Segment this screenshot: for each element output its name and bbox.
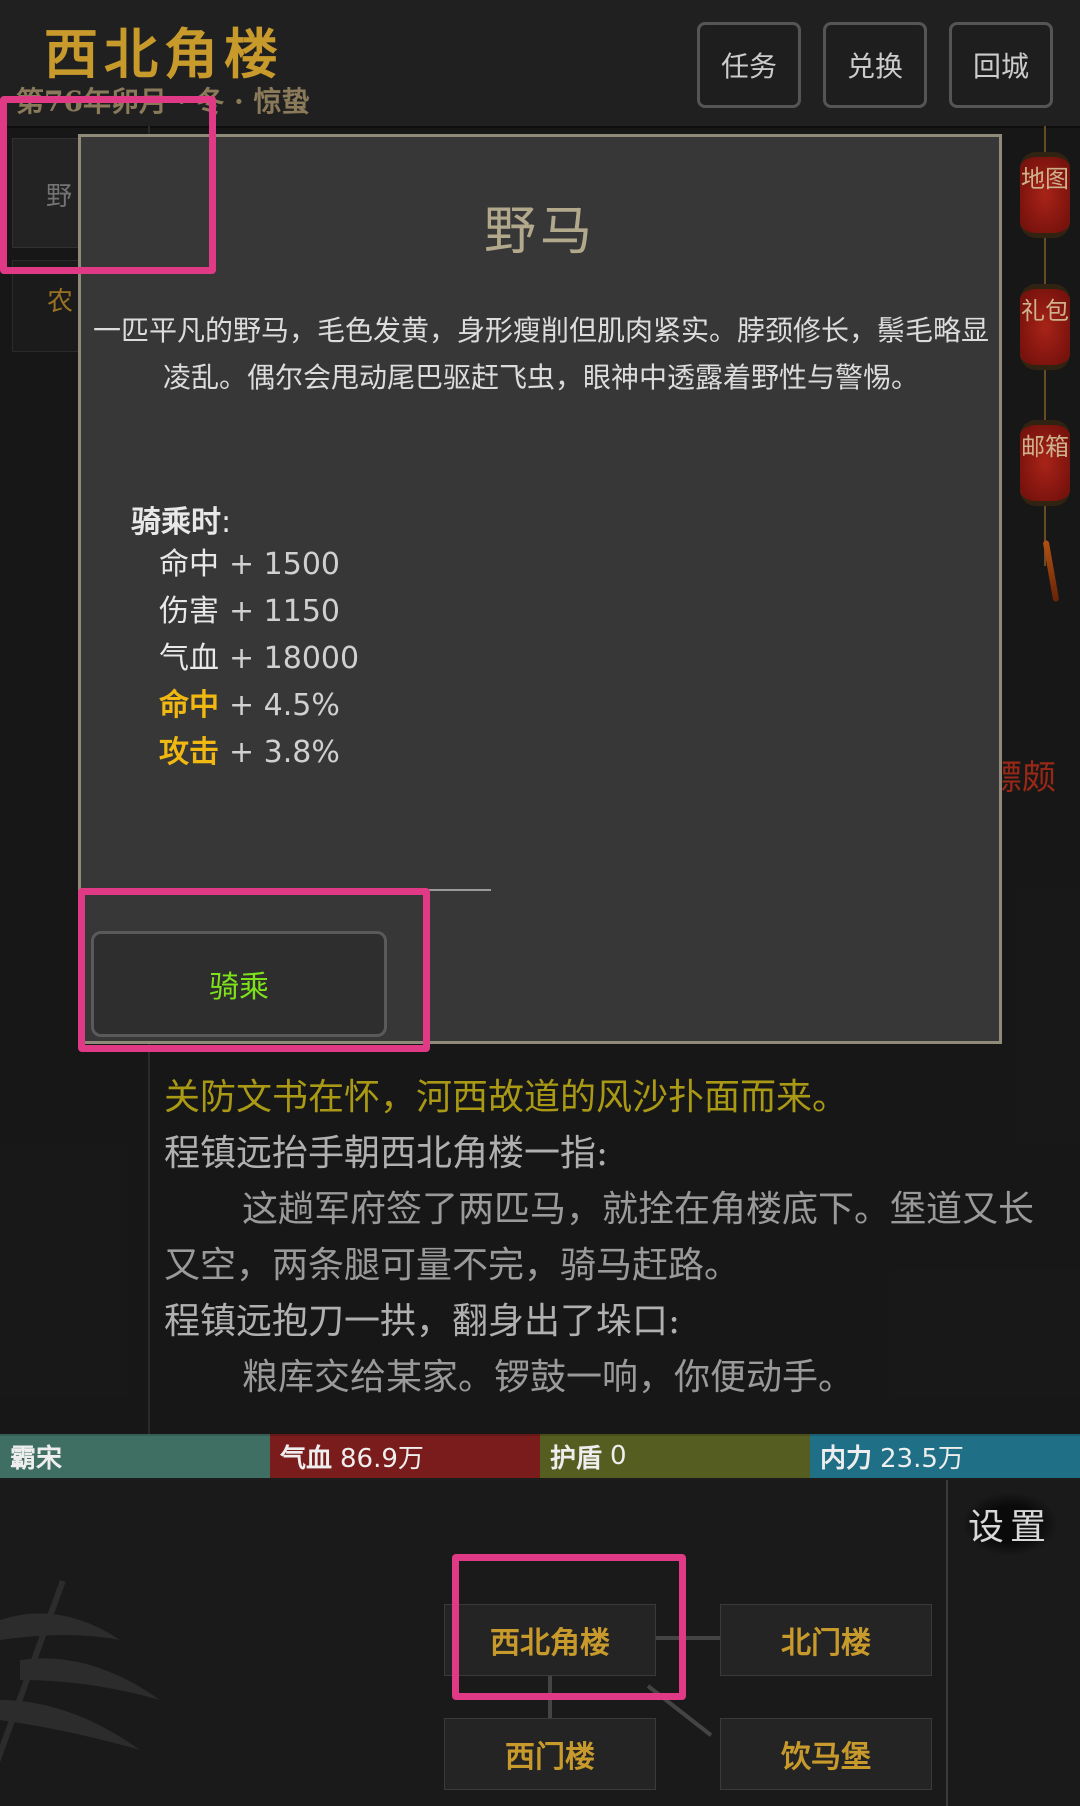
map-node-north-gate[interactable]: 北门楼 [720, 1604, 932, 1676]
map-node-west-gate[interactable]: 西门楼 [444, 1718, 656, 1790]
return-city-button[interactable]: 回城 [949, 22, 1053, 108]
stat-row: 命中 + 4.5% [159, 682, 359, 729]
stat-name: 攻击 [159, 735, 219, 770]
stat-row: 命中 + 1500 [159, 541, 359, 588]
mount-description: 一匹平凡的野马，毛色发黄，身形瘦削但肌肉紧实。脖颈修长，鬃毛略显凌乱。偶尔会甩动… [92, 314, 989, 394]
hp-value: 86.9万 [340, 1443, 424, 1474]
quest-button[interactable]: 任务 [697, 22, 801, 108]
exchange-button[interactable]: 兑换 [823, 22, 927, 108]
bamboo-decoration-icon [0, 1580, 160, 1789]
riding-bonus-heading: 骑乘时: [131, 497, 231, 541]
location-title: 西北角楼 [44, 22, 284, 86]
mount-name: 野马 [483, 202, 596, 262]
mp-segment: 内力 23.5万 [810, 1434, 1080, 1478]
stat-value: + 4.5% [229, 688, 340, 723]
settings-button[interactable]: 设置 [962, 1492, 1058, 1556]
mp-value: 23.5万 [880, 1443, 964, 1474]
highlight-box [0, 96, 216, 274]
highlight-box [78, 888, 430, 1052]
riding-bonus-label: 骑乘时 [131, 505, 221, 540]
player-name: 霸宋 [10, 1443, 63, 1474]
stat-value: + 18000 [229, 641, 360, 676]
stat-value: + 3.8% [229, 735, 340, 770]
map-divider [946, 1480, 948, 1806]
player-name-segment: 霸宋 [0, 1434, 270, 1478]
stat-name: 气血 [159, 641, 219, 676]
stat-value: + 1150 [229, 594, 341, 629]
riding-stats-list: 命中 + 1500 伤害 + 1150 气血 + 18000 命中 + 4.5% 攻击 +… [159, 541, 359, 776]
hp-label: 气血 [280, 1443, 333, 1474]
mp-label: 内力 [820, 1443, 873, 1474]
highlight-box [452, 1554, 686, 1700]
shield-segment: 护盾 0 [540, 1434, 810, 1478]
stat-name: 命中 [159, 547, 219, 582]
hp-segment: 气血 86.9万 [270, 1434, 540, 1478]
shield-label: 护盾 [550, 1443, 603, 1474]
stat-name: 命中 [159, 688, 219, 723]
stat-name: 伤害 [159, 594, 219, 629]
riding-bonus-colon: : [221, 505, 232, 540]
player-status-bar: 霸宋 气血 86.9万 护盾 0 内力 23.5万 [0, 1434, 1080, 1478]
stat-value: + 1500 [229, 547, 341, 582]
map-node-horse-fort[interactable]: 饮马堡 [720, 1718, 932, 1790]
stat-row: 攻击 + 3.8% [159, 729, 359, 776]
stat-row: 伤害 + 1150 [159, 588, 359, 635]
shield-value: 0 [610, 1441, 627, 1471]
stat-row: 气血 + 18000 [159, 635, 359, 682]
